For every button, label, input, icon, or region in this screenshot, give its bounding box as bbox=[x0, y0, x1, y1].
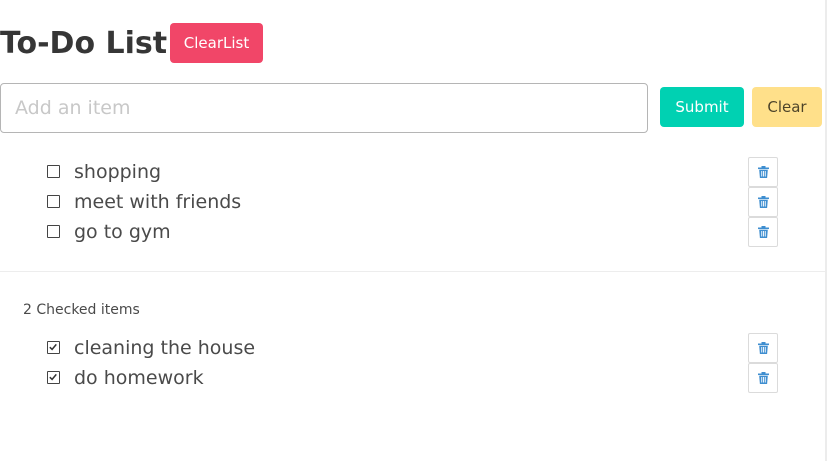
clear-list-button[interactable]: ClearList bbox=[170, 23, 263, 63]
item-label: go to gym bbox=[74, 221, 171, 243]
item-label: cleaning the house bbox=[74, 337, 256, 359]
delete-button[interactable] bbox=[748, 187, 778, 217]
todo-app: To-Do List ClearList Submit Clear shoppi… bbox=[0, 0, 827, 461]
item-checkbox-checked[interactable] bbox=[47, 341, 60, 354]
item-label: meet with friends bbox=[74, 191, 242, 213]
item-label: do homework bbox=[74, 367, 204, 389]
delete-button[interactable] bbox=[748, 217, 778, 247]
list-item: cleaning the house bbox=[0, 333, 825, 363]
list-item: meet with friends bbox=[0, 187, 825, 217]
list-item: go to gym bbox=[0, 217, 825, 247]
section-divider bbox=[0, 271, 825, 272]
checked-list: cleaning the house do homework bbox=[0, 333, 825, 393]
page-title: To-Do List bbox=[0, 26, 168, 61]
add-item-input[interactable] bbox=[0, 83, 648, 133]
item-checkbox[interactable] bbox=[47, 225, 60, 238]
delete-button[interactable] bbox=[748, 157, 778, 187]
list-item: shopping bbox=[0, 157, 825, 187]
item-checkbox[interactable] bbox=[47, 165, 60, 178]
delete-button[interactable] bbox=[748, 363, 778, 393]
unchecked-list: shopping meet with friends go to gym bbox=[0, 157, 825, 247]
item-label: shopping bbox=[74, 161, 162, 183]
submit-button[interactable]: Submit bbox=[660, 87, 744, 127]
item-checkbox-checked[interactable] bbox=[47, 371, 60, 384]
checked-items-count: 2 Checked items bbox=[23, 302, 140, 318]
clear-button[interactable]: Clear bbox=[752, 87, 822, 127]
delete-button[interactable] bbox=[748, 333, 778, 363]
item-checkbox[interactable] bbox=[47, 195, 60, 208]
list-item: do homework bbox=[0, 363, 825, 393]
